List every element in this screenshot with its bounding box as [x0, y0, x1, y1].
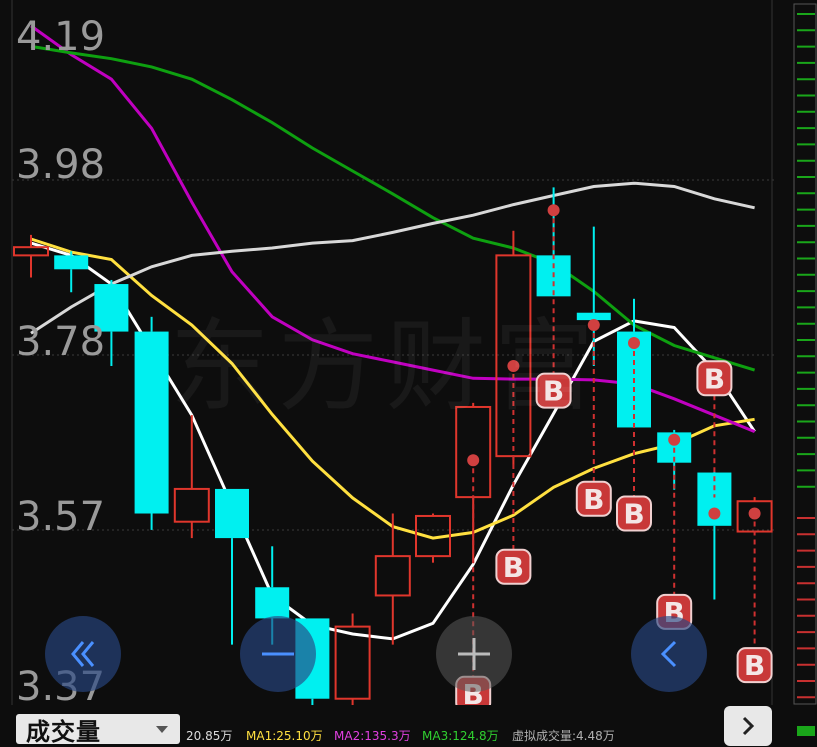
plus-icon [458, 638, 490, 670]
signal-dot [467, 454, 480, 467]
caret-down-icon [156, 726, 168, 733]
candle-body [455, 405, 492, 499]
candle [134, 316, 169, 530]
kline-svg-canvas: BBBBBBBB [11, 0, 775, 705]
candle [54, 251, 89, 293]
candle-body [215, 488, 249, 539]
candle [374, 513, 411, 645]
candle [173, 415, 210, 539]
price-label: 3.78 [16, 319, 106, 365]
buy-badge-label: B [704, 362, 725, 395]
buy-badge-label: B [744, 649, 765, 682]
price-label-max: 4.19 [16, 14, 106, 60]
chevron-left-icon [660, 640, 677, 668]
signal-dot [668, 433, 681, 446]
signal-dot [587, 319, 600, 332]
expand-button[interactable] [724, 706, 772, 746]
order-depth-panel [793, 3, 817, 736]
buy-badge-label: B [583, 483, 604, 516]
signal-dot [708, 507, 721, 520]
candle-body [576, 312, 611, 321]
price-label: 3.98 [16, 142, 106, 188]
kline-chart[interactable]: BBBBBBBB 东方财富 4.19 3.98 3.78 3.57 3.37 [0, 0, 817, 736]
buy-badge-label: B [503, 551, 524, 584]
candle-body [374, 555, 411, 597]
fast-backward-button[interactable] [45, 616, 121, 692]
zoom-in-button[interactable] [436, 616, 512, 692]
candle-body [134, 331, 169, 514]
indicator-selector[interactable]: 成交量 [16, 714, 180, 746]
buy-badge-label: B [623, 498, 644, 531]
candle-body [255, 587, 290, 619]
signal-dot [507, 360, 520, 372]
signal-dot [628, 337, 640, 350]
candle [536, 187, 571, 297]
chevron-right-icon [742, 716, 755, 736]
depth-indicator [797, 726, 815, 736]
signal-dot [547, 204, 560, 217]
signal-dot [748, 507, 761, 520]
candle-body [54, 255, 89, 270]
candle [13, 234, 49, 278]
buy-badge-label: B [543, 375, 564, 408]
candle-body [495, 254, 532, 458]
back-button[interactable] [631, 616, 707, 692]
candle-body [173, 487, 210, 523]
buy-signal: B [495, 360, 532, 585]
price-label: 3.57 [16, 494, 106, 540]
minus-icon [262, 652, 294, 656]
buy-signal: B [736, 507, 773, 684]
zoom-out-button[interactable] [240, 616, 316, 692]
candle-body [334, 625, 371, 700]
candle [334, 613, 371, 705]
ma-line [30, 181, 755, 335]
candle-body [13, 246, 49, 257]
double-chevron-left-icon [71, 641, 95, 667]
indicator-selector-label: 成交量 [26, 717, 101, 746]
candle [215, 488, 249, 645]
candle [697, 471, 732, 600]
